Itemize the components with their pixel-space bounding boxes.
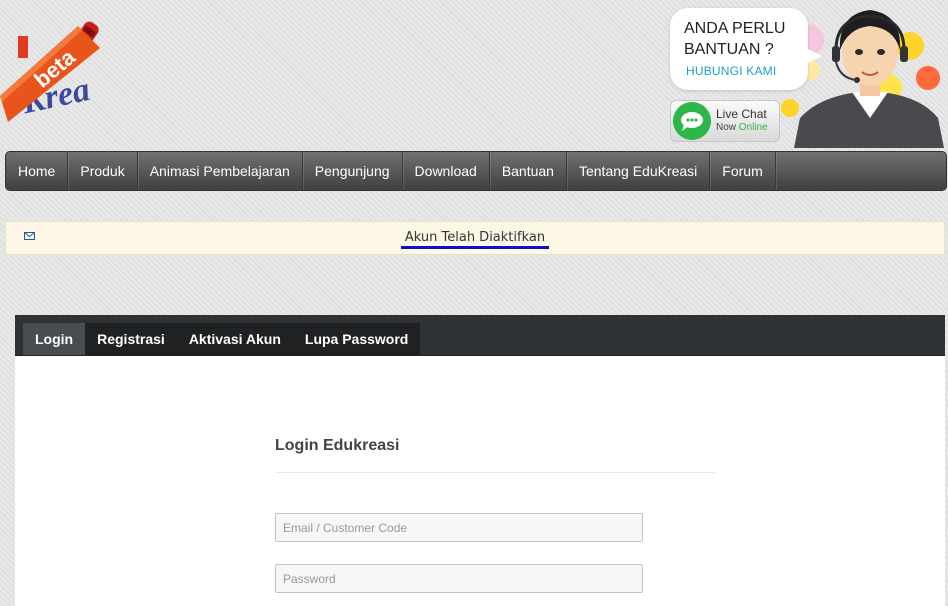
- live-chat-status: Now Online: [716, 122, 768, 133]
- tab-login[interactable]: Login: [23, 323, 86, 355]
- auth-panel: Login Registrasi Aktivasi Akun Lupa Pass…: [15, 315, 945, 606]
- nav-item-bantuan[interactable]: Bantuan: [490, 152, 567, 190]
- help-question-text: ANDA PERLU BANTUAN ?: [684, 20, 786, 58]
- help-contact-link[interactable]: HUBUNGI KAMI: [686, 64, 776, 78]
- auth-tabbar: Login Registrasi Aktivasi Akun Lupa Pass…: [15, 315, 945, 356]
- live-chat-label: Live Chat: [716, 107, 767, 121]
- tab-lupa-password[interactable]: Lupa Password: [292, 323, 421, 355]
- email-customer-code-input[interactable]: [275, 513, 643, 542]
- tab-aktivasi-akun[interactable]: Aktivasi Akun: [176, 323, 293, 355]
- nav-item-home[interactable]: Home: [6, 152, 69, 190]
- nav-item-animasi-pembelajaran[interactable]: Animasi Pembelajaran: [138, 152, 303, 190]
- support-agent-avatar: [794, 10, 944, 148]
- help-speech-bubble: ANDA PERLU BANTUAN ? HUBUNGI KAMI: [670, 8, 822, 90]
- tab-registrasi[interactable]: Registrasi: [85, 323, 177, 355]
- nav-item-download[interactable]: Download: [403, 152, 490, 190]
- chat-bubble-icon: [673, 102, 711, 140]
- nav-item-tentang-edukreasi[interactable]: Tentang EduKreasi: [567, 152, 711, 190]
- account-activated-alert: Akun Telah Diaktifkan: [5, 221, 945, 255]
- alert-message[interactable]: Akun Telah Diaktifkan: [400, 230, 550, 249]
- main-navbar: Home Produk Animasi Pembelajaran Pengunj…: [5, 151, 947, 191]
- live-chat-button[interactable]: Live Chat Now Online: [670, 100, 780, 142]
- nav-item-pengunjung[interactable]: Pengunjung: [303, 152, 403, 190]
- password-input[interactable]: [275, 564, 643, 593]
- nav-item-produk[interactable]: Produk: [68, 152, 138, 190]
- form-divider: [275, 472, 715, 473]
- nav-item-forum[interactable]: Forum: [710, 152, 776, 190]
- login-form-title: Login Edukreasi: [275, 437, 400, 454]
- edukreasi-logo[interactable]: Krea beta: [0, 18, 112, 128]
